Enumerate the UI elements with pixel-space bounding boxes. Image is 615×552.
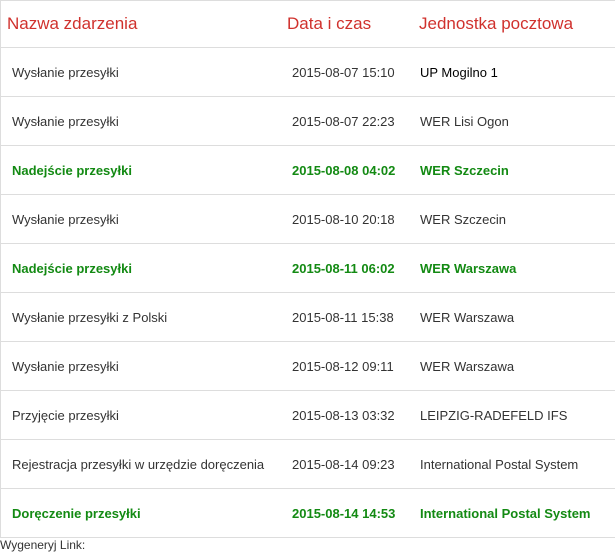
event-name-cell: Nadejście przesyłki: [1, 244, 286, 293]
datetime-cell: 2015-08-08 04:02: [285, 146, 413, 195]
postal-unit-cell: WER Szczecin: [413, 146, 615, 195]
column-header-office: Jednostka pocztowa: [413, 1, 615, 48]
datetime-cell: 2015-08-10 20:18: [285, 195, 413, 244]
datetime-cell: 2015-08-12 09:11: [285, 342, 413, 391]
column-header-datetime: Data i czas: [285, 1, 413, 48]
datetime-cell: 2015-08-13 03:32: [285, 391, 413, 440]
generate-link-label[interactable]: Wygenerуj Link:: [0, 538, 85, 552]
postal-unit-cell: International Postal System: [413, 489, 615, 538]
event-name-cell: Przyjęcie przesyłki: [1, 391, 286, 440]
event-name-cell: Doręczenie przesyłki: [1, 489, 286, 538]
table-row: Wysłanie przesyłki z Polski 2015-08-11 1…: [1, 293, 615, 342]
datetime-cell: 2015-08-11 06:02: [285, 244, 413, 293]
postal-unit-cell: International Postal System: [413, 440, 615, 489]
datetime-cell: 2015-08-14 09:23: [285, 440, 413, 489]
table-row: Przyjęcie przesyłki 2015-08-13 03:32 LEI…: [1, 391, 615, 440]
datetime-cell: 2015-08-11 15:38: [285, 293, 413, 342]
table-row: Wysłanie przesyłki 2015-08-12 09:11 WER …: [1, 342, 615, 391]
table-row: Wysłanie przesyłki 2015-08-10 20:18 WER …: [1, 195, 615, 244]
datetime-cell: 2015-08-14 14:53: [285, 489, 413, 538]
table-row: Nadejście przesyłki 2015-08-11 06:02 WER…: [1, 244, 615, 293]
postal-unit-cell: WER Warszawa: [413, 293, 615, 342]
table-row: Rejestracja przesyłki w urzędzie doręcze…: [1, 440, 615, 489]
postal-unit-cell: UP Mogilno 1: [413, 48, 615, 97]
postal-unit-cell: WER Lisi Ogon: [413, 97, 615, 146]
datetime-cell: 2015-08-07 22:23: [285, 97, 413, 146]
event-name-cell: Wysłanie przesyłki z Polski: [1, 293, 286, 342]
table-header-row: Nazwa zdarzenia Data i czas Jednostka po…: [1, 1, 615, 48]
table-row: Wysłanie przesyłki 2015-08-07 22:23 WER …: [1, 97, 615, 146]
postal-unit-cell: WER Warszawa: [413, 244, 615, 293]
table-row: Nadejście przesyłki 2015-08-08 04:02 WER…: [1, 146, 615, 195]
postal-unit-cell: WER Warszawa: [413, 342, 615, 391]
tracking-events-table: Nazwa zdarzenia Data i czas Jednostka po…: [0, 0, 615, 538]
postal-unit-cell: LEIPZIG-RADEFELD IFS: [413, 391, 615, 440]
datetime-cell: 2015-08-07 15:10: [285, 48, 413, 97]
event-name-cell: Wysłanie przesyłki: [1, 342, 286, 391]
event-name-cell: Wysłanie przesyłki: [1, 195, 286, 244]
event-name-cell: Rejestracja przesyłki w urzędzie doręcze…: [1, 440, 286, 489]
column-header-event: Nazwa zdarzenia: [1, 1, 286, 48]
table-row: Doręczenie przesyłki 2015-08-14 14:53 In…: [1, 489, 615, 538]
event-name-cell: Wysłanie przesyłki: [1, 48, 286, 97]
table-row: Wysłanie przesyłki 2015-08-07 15:10 UP M…: [1, 48, 615, 97]
event-name-cell: Wysłanie przesyłki: [1, 97, 286, 146]
event-name-cell: Nadejście przesyłki: [1, 146, 286, 195]
postal-unit-cell: WER Szczecin: [413, 195, 615, 244]
